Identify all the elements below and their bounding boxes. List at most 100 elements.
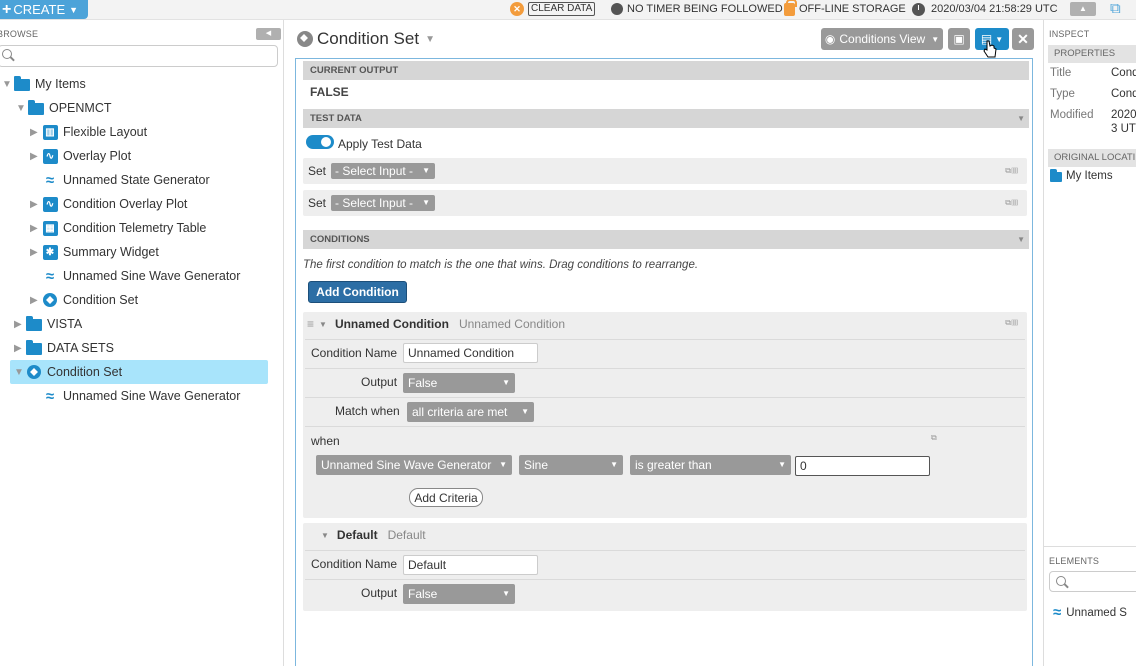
- add-condition-button[interactable]: Add Condition: [308, 281, 407, 303]
- search-icon: [2, 49, 12, 59]
- telemetry-icon: ≈: [1053, 604, 1062, 621]
- element-item[interactable]: ≈ Unnamed S: [1053, 604, 1136, 621]
- expand-arrow-icon[interactable]: ▼: [16, 103, 28, 114]
- select-input-dropdown[interactable]: - Select Input - ▼: [331, 163, 435, 179]
- condition-actions: ⧉▥: [1005, 318, 1019, 328]
- field-label: when: [311, 434, 340, 448]
- duplicate-icon[interactable]: ⧉: [931, 433, 937, 443]
- view-switcher-label: Conditions View: [839, 32, 926, 46]
- output-row: Output False ▼: [305, 368, 1025, 396]
- add-criteria-button[interactable]: Add Criteria: [409, 488, 483, 507]
- collapse-browse-button[interactable]: ◀: [256, 28, 281, 40]
- tree-item-data-sets[interactable]: ▶ DATA SETS: [14, 336, 114, 360]
- field-label: Output: [361, 375, 398, 389]
- cancel-edit-button[interactable]: ✕: [1012, 28, 1034, 50]
- conditions-header[interactable]: CONDITIONS ▼: [303, 230, 1029, 249]
- chevron-down-icon[interactable]: ▼: [319, 320, 327, 329]
- chevron-down-icon: ▼: [502, 589, 510, 598]
- expand-arrow-icon[interactable]: ▶: [30, 127, 42, 138]
- browse-search-input[interactable]: [0, 45, 278, 67]
- tree-item-condition-set[interactable]: ▶ Condition Set: [30, 288, 138, 312]
- tree-item-condition-overlay-plot[interactable]: ▶ ∿ Condition Overlay Plot: [30, 192, 187, 216]
- criterion-value-input[interactable]: 0: [795, 456, 930, 476]
- section-title: TEST DATA: [310, 113, 362, 124]
- collapse-topbar-button[interactable]: ▲: [1070, 2, 1096, 16]
- search-icon: [1056, 576, 1066, 586]
- tree-item-my-items[interactable]: ▼ My Items: [2, 72, 86, 96]
- field-label: Match when: [335, 404, 400, 418]
- datetime: 2020/03/04 21:58:29 UTC: [931, 3, 1058, 15]
- chevron-down-icon[interactable]: ▼: [321, 531, 329, 540]
- expand-arrow-icon[interactable]: ▶: [30, 295, 42, 306]
- folder-icon: [26, 340, 42, 355]
- chevron-down-icon: ▼: [422, 166, 430, 175]
- chevron-down-icon[interactable]: ▼: [1017, 230, 1025, 249]
- flexible-layout-icon: ▥: [42, 124, 58, 140]
- tree-item-label: Unnamed State Generator: [63, 173, 210, 187]
- element-label: Unnamed S: [1066, 606, 1127, 619]
- tree-item-flexible-layout[interactable]: ▶ ▥ Flexible Layout: [30, 120, 147, 144]
- trash-icon[interactable]: ▥: [1012, 166, 1019, 175]
- match-dropdown[interactable]: all criteria are met ▼: [407, 402, 534, 422]
- tree-item-telemetry-table[interactable]: ▶ ▦ Condition Telemetry Table: [30, 216, 206, 240]
- prop-key: Modified: [1050, 109, 1094, 121]
- snapshot-button[interactable]: ▣: [948, 28, 970, 50]
- operation-dropdown[interactable]: is greater than ▼: [630, 455, 791, 475]
- telemetry-icon: ≈: [45, 387, 55, 405]
- output-dropdown[interactable]: False ▼: [403, 373, 515, 393]
- expand-arrow-icon[interactable]: ▶: [30, 247, 42, 258]
- inspector-pane: INSPECT PROPERTIES Title Cond Type Cond Mo…: [1043, 20, 1136, 666]
- new-tab-icon[interactable]: ⧉: [1110, 0, 1121, 17]
- browse-title: BROWSE: [0, 29, 39, 39]
- original-location[interactable]: My Items: [1050, 169, 1136, 182]
- expand-arrow-icon[interactable]: ▼: [2, 79, 14, 90]
- condition-name: Unnamed Condition: [334, 317, 449, 331]
- duplicate-icon[interactable]: ⧉: [1005, 166, 1012, 175]
- elements-search-input[interactable]: [1049, 571, 1136, 592]
- tree-item-sine-wave-generator-child[interactable]: ≈ Unnamed Sine Wave Generator: [30, 384, 241, 408]
- trash-icon[interactable]: ▥: [1012, 318, 1019, 327]
- tree-item-overlay-plot[interactable]: ▶ ∿ Overlay Plot: [30, 144, 131, 168]
- test-data-header[interactable]: TEST DATA ▼: [303, 109, 1029, 128]
- clear-data-button[interactable]: CLEAR DATA: [528, 2, 596, 16]
- expand-arrow-icon[interactable]: ▶: [30, 199, 42, 210]
- condition-name-input[interactable]: Default: [403, 555, 538, 575]
- expand-arrow-icon[interactable]: ▶: [30, 223, 42, 234]
- tree-item-label: Unnamed Sine Wave Generator: [63, 389, 241, 403]
- view-switcher-button[interactable]: ◉ Conditions View ▼: [821, 28, 943, 50]
- condition-name-input[interactable]: Unnamed Condition: [403, 343, 538, 363]
- condition-subtitle: Default: [387, 528, 426, 542]
- chevron-down-icon[interactable]: ▼: [1017, 109, 1025, 128]
- create-button[interactable]: + CREATE ▼: [0, 0, 88, 19]
- duplicate-icon[interactable]: ⧉: [1005, 318, 1012, 327]
- tree-item-sine-wave-generator[interactable]: ≈ Unnamed Sine Wave Generator: [30, 264, 241, 288]
- duplicate-icon[interactable]: ⧉: [1005, 198, 1012, 207]
- create-label: CREATE: [13, 2, 66, 17]
- drag-handle-icon[interactable]: ≡: [307, 317, 314, 331]
- expand-arrow-icon[interactable]: ▼: [14, 367, 26, 378]
- prop-value: 3 UT: [1111, 123, 1136, 135]
- tree-item-label: DATA SETS: [47, 341, 114, 355]
- tree-item-openmct[interactable]: ▼ OPENMCT: [16, 96, 112, 120]
- prop-type: Type Cond: [1050, 88, 1136, 100]
- select-value: - Select Input -: [335, 164, 414, 178]
- chevron-down-icon: ▼: [521, 407, 529, 416]
- metadata-dropdown[interactable]: Sine ▼: [519, 455, 623, 475]
- expand-arrow-icon[interactable]: ▶: [14, 319, 26, 330]
- tree-item-summary-widget[interactable]: ▶ ✱ Summary Widget: [30, 240, 159, 264]
- select-input-dropdown[interactable]: - Select Input - ▼: [331, 195, 435, 211]
- field-label: Condition Name: [311, 346, 398, 360]
- apply-test-data-toggle[interactable]: [306, 135, 334, 149]
- prop-modified-cont: 3 UT: [1050, 123, 1136, 135]
- field-label: Condition Name: [311, 557, 398, 571]
- expand-arrow-icon[interactable]: ▶: [14, 343, 26, 354]
- trash-icon[interactable]: ▥: [1012, 198, 1019, 207]
- tree-item-vista[interactable]: ▶ VISTA: [14, 312, 82, 336]
- close-icon: ✕: [1017, 30, 1029, 47]
- telemetry-dropdown[interactable]: Unnamed Sine Wave Generator ▼: [316, 455, 512, 475]
- tree-item-condition-set-selected[interactable]: ▼ Condition Set: [14, 360, 122, 384]
- expand-arrow-icon[interactable]: ▶: [30, 151, 42, 162]
- output-dropdown[interactable]: False ▼: [403, 584, 515, 604]
- chevron-down-icon[interactable]: ▼: [425, 34, 435, 45]
- tree-item-state-generator[interactable]: ≈ Unnamed State Generator: [30, 168, 210, 192]
